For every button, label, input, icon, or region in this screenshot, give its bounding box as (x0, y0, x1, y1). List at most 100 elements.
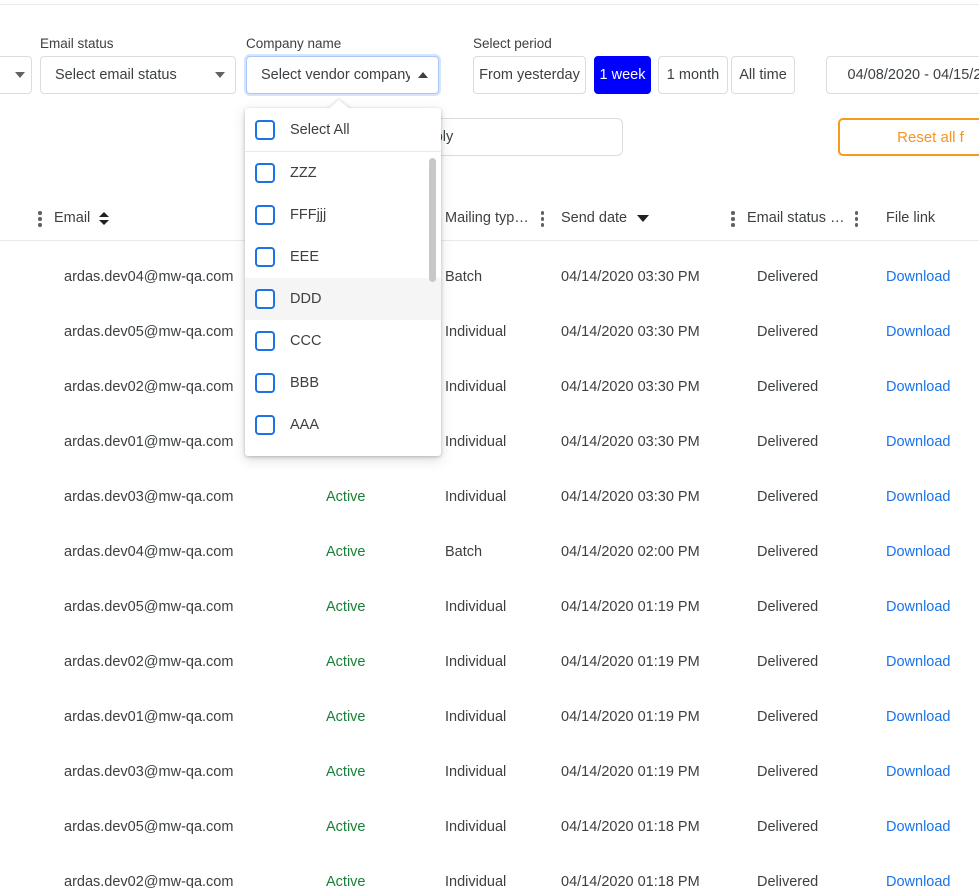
dropdown-select-all-item[interactable]: Select All (245, 108, 441, 152)
cell-send-date: 04/14/2020 01:19 PM (561, 708, 700, 725)
column-header-mailing-type[interactable]: Mailing typ… (445, 196, 545, 240)
cell-send-date: 04/14/2020 01:18 PM (561, 818, 700, 835)
cell-status: Active (326, 708, 366, 725)
table-row[interactable]: ardas.dev02@mw-qa.comActiveIndividual04/… (0, 359, 979, 414)
cell-mailing-type: Individual (445, 873, 507, 888)
cell-email-status: Delivered (757, 378, 819, 395)
table-row[interactable]: ardas.dev02@mw-qa.comActiveIndividual04/… (0, 634, 979, 689)
column-header-email[interactable]: Email (38, 196, 110, 240)
dropdown-scrollbar-thumb[interactable] (429, 158, 436, 282)
cell-email-status: Delivered (757, 268, 819, 285)
email-status-label: Email status (40, 36, 114, 51)
checkbox-icon[interactable] (255, 331, 275, 351)
cell-send-date: 04/14/2020 01:19 PM (561, 598, 700, 615)
dropdown-option-ccc[interactable]: CCC (245, 320, 441, 362)
cell-file-link[interactable]: Download (886, 799, 951, 854)
sort-descending-icon[interactable] (637, 214, 650, 222)
period-1-month-button[interactable]: 1 month (658, 56, 728, 94)
cell-email-status: Delivered (757, 763, 819, 780)
cell-email: ardas.dev05@mw-qa.com (64, 598, 234, 615)
kebab-menu-icon[interactable] (854, 209, 859, 227)
dropdown-option-ddd[interactable]: DDD (245, 278, 441, 320)
reset-all-filters-label: Reset all f (897, 128, 964, 146)
date-range-field[interactable]: 04/08/2020 - 04/15/20 (826, 56, 979, 94)
column-header-mailing-type-label: Mailing typ… (445, 210, 529, 226)
cell-email: ardas.dev02@mw-qa.com (64, 378, 234, 395)
kebab-menu-icon[interactable] (38, 209, 42, 227)
cell-email-status: Delivered (757, 488, 819, 505)
cell-email-status: Delivered (757, 323, 819, 340)
company-dropdown-panel: Select All ZZZ FFFjjj EEE DDD CCC BBB AAA (245, 108, 441, 456)
cell-send-date: 04/14/2020 01:18 PM (561, 873, 700, 888)
column-header-email-status[interactable]: Email status … (731, 196, 859, 240)
dropdown-scrollbar-track[interactable] (429, 152, 439, 456)
chevron-down-icon (215, 72, 225, 78)
kebab-menu-icon[interactable] (731, 209, 735, 227)
select-period-label: Select period (473, 36, 552, 51)
cell-email-status: Delivered (757, 543, 819, 560)
cell-file-link[interactable]: Download (886, 524, 951, 579)
cell-file-link[interactable]: Download (886, 414, 951, 469)
table-row[interactable]: ardas.dev05@mw-qa.comActiveIndividual04/… (0, 304, 979, 359)
checkbox-icon[interactable] (255, 163, 275, 183)
dropdown-option-label: BBB (290, 375, 320, 391)
column-header-file-link-label: File link (886, 210, 936, 226)
cell-file-link[interactable]: Download (886, 579, 951, 634)
cell-mailing-type: Individual (445, 433, 507, 450)
reset-all-filters-button[interactable]: Reset all f (838, 118, 979, 156)
sort-both-icon[interactable] (99, 211, 110, 225)
checkbox-icon[interactable] (255, 247, 275, 267)
cell-file-link[interactable]: Download (886, 249, 951, 304)
dropdown-option-bbb[interactable]: BBB (245, 362, 441, 404)
cell-file-link[interactable]: Download (886, 689, 951, 744)
dropdown-options-list[interactable]: ZZZ FFFjjj EEE DDD CCC BBB AAA (245, 152, 441, 456)
checkbox-icon[interactable] (255, 373, 275, 393)
column-header-send-date[interactable]: Send date (561, 196, 650, 240)
table-row[interactable]: ardas.dev01@mw-qa.comActiveIndividual04/… (0, 689, 979, 744)
table-row[interactable]: ardas.dev05@mw-qa.comActiveIndividual04/… (0, 799, 979, 854)
cell-send-date: 04/14/2020 03:30 PM (561, 323, 700, 340)
checkbox-icon[interactable] (255, 119, 275, 140)
partial-left-select[interactable] (0, 56, 32, 94)
cell-send-date: 04/14/2020 02:00 PM (561, 543, 700, 560)
dropdown-option-fffjjj[interactable]: FFFjjj (245, 194, 441, 236)
cell-file-link[interactable]: Download (886, 469, 951, 524)
table-row[interactable]: ardas.dev02@mw-qa.comActiveIndividual04/… (0, 854, 979, 888)
column-header-file-link[interactable]: File link (886, 196, 935, 240)
dropdown-option-zzz[interactable]: ZZZ (245, 152, 441, 194)
company-name-value: Select vendor company (261, 67, 410, 83)
cell-mailing-type: Individual (445, 818, 507, 835)
checkbox-icon[interactable] (255, 205, 275, 225)
table-row[interactable]: ardas.dev04@mw-qa.comActiveBatch04/14/20… (0, 524, 979, 579)
table-row[interactable]: ardas.dev03@mw-qa.com Active Individual 04/… (0, 469, 979, 524)
cell-status: Active (326, 598, 366, 615)
cell-email-status: Delivered (757, 598, 819, 615)
email-status-select[interactable]: Select email status (40, 56, 236, 94)
table-row[interactable]: ardas.dev03@mw-qa.com Active Individual 04/… (0, 744, 979, 799)
table-row[interactable]: ardas.dev04@mw-qa.comActiveBatch04/14/20… (0, 249, 979, 304)
dropdown-option-eee[interactable]: EEE (245, 236, 441, 278)
checkbox-icon[interactable] (255, 415, 275, 435)
cell-email: ardas.dev05@mw-qa.com (64, 818, 234, 835)
checkbox-icon[interactable] (255, 289, 275, 309)
cell-file-link[interactable]: Download (886, 634, 951, 689)
period-from-yesterday-button[interactable]: From yesterday (473, 56, 586, 94)
dropdown-option-label: EEE (290, 249, 320, 265)
dropdown-option-aaa[interactable]: AAA (245, 404, 441, 446)
period-1-week-button[interactable]: 1 week (594, 56, 651, 94)
top-divider (0, 4, 979, 5)
kebab-menu-icon[interactable] (540, 209, 545, 227)
table-row[interactable]: ardas.dev05@mw-qa.comActiveIndividual04/… (0, 579, 979, 634)
cell-file-link[interactable]: Download (886, 359, 951, 414)
chevron-down-icon (15, 72, 25, 78)
email-status-value: Select email status (55, 67, 177, 83)
period-all-time-button[interactable]: All time (731, 56, 795, 94)
cell-email: ardas.dev01@mw-qa.com (64, 708, 234, 725)
cell-email: ardas.dev02@mw-qa.com (64, 653, 234, 670)
cell-file-link[interactable]: Download (886, 744, 951, 799)
table-row[interactable]: ardas.dev01@mw-qa.comActiveIndividual04/… (0, 414, 979, 469)
cell-file-link[interactable]: Download (886, 854, 951, 888)
cell-file-link[interactable]: Download (886, 304, 951, 359)
company-name-select[interactable]: Select vendor company (246, 56, 439, 94)
dropdown-option-label: CCC (290, 333, 322, 349)
